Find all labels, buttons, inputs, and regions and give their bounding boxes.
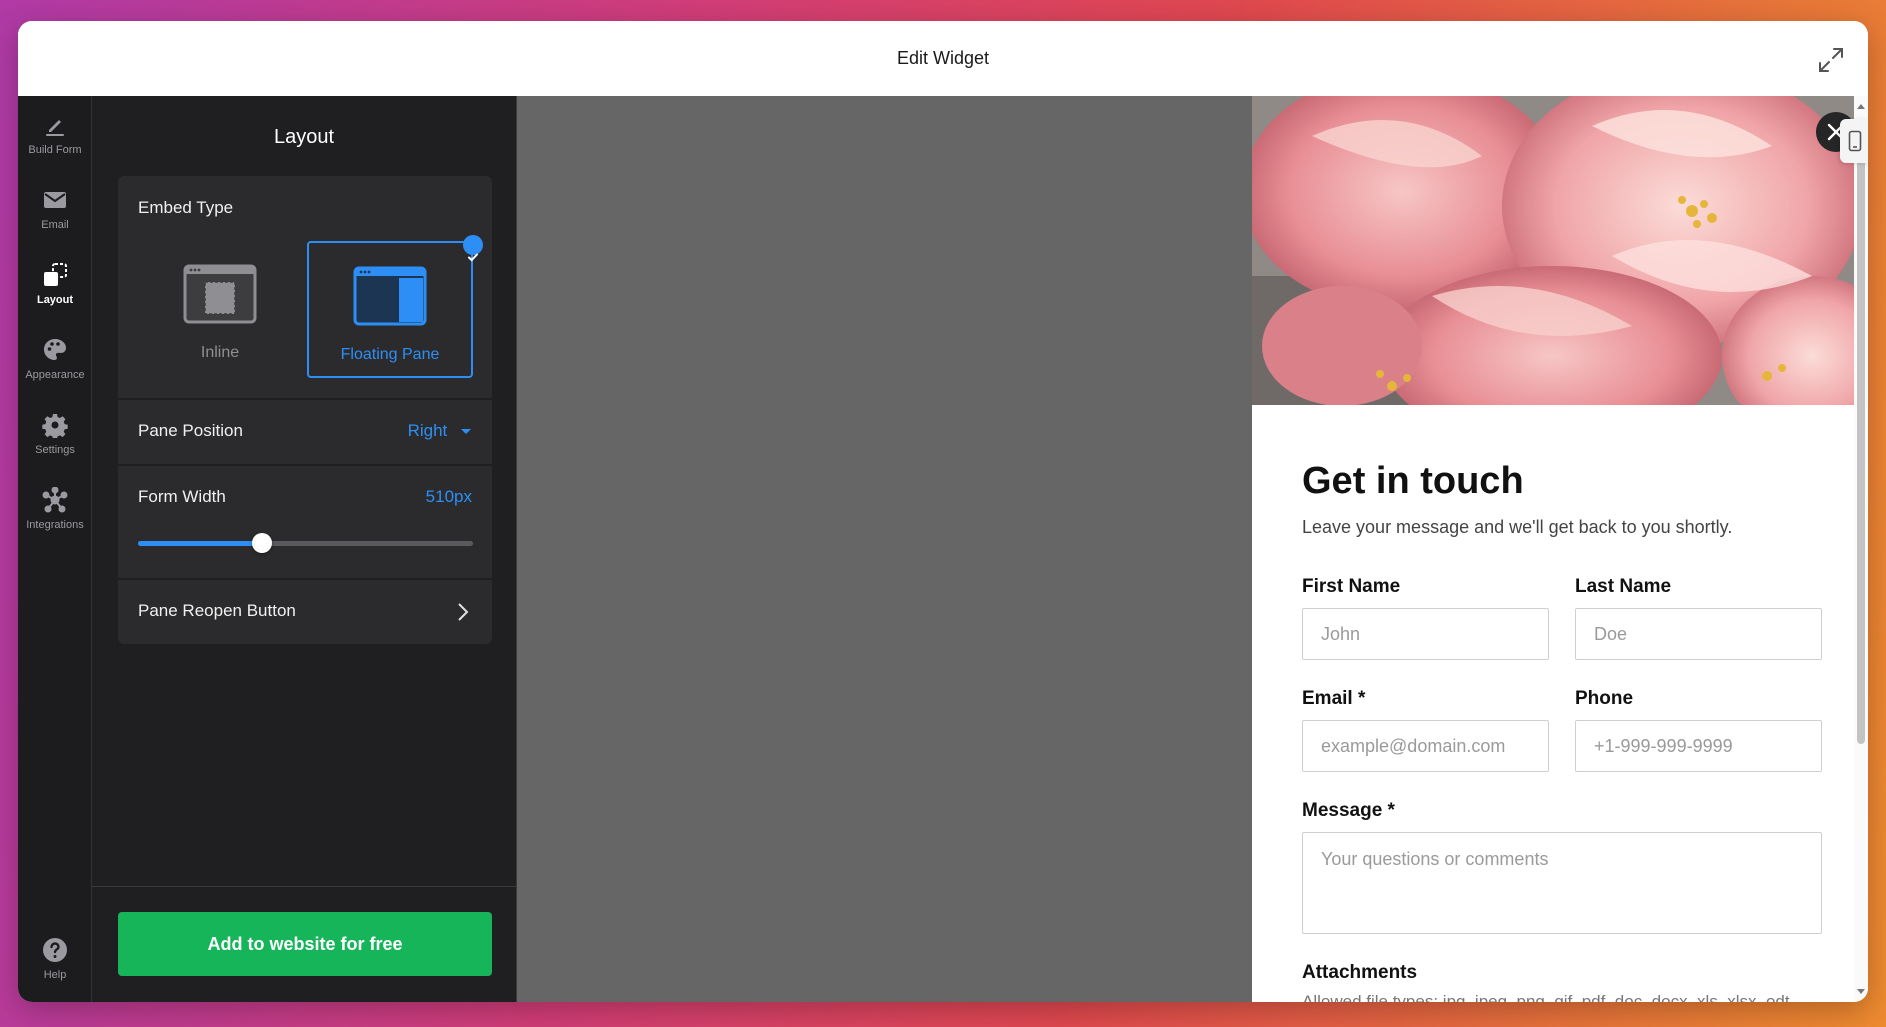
sidebar-item-layout[interactable]: Layout xyxy=(18,251,92,317)
last-name-field: Last Name Doe xyxy=(1575,576,1822,660)
form-width-card: Form Width 510px xyxy=(118,466,492,578)
sidebar-item-email[interactable]: Email xyxy=(18,176,92,242)
option-label: Inline xyxy=(200,344,240,361)
message-label: Message * xyxy=(1302,800,1395,821)
preview-canvas xyxy=(517,96,1252,1002)
slider-fill xyxy=(138,541,262,546)
last-name-label: Last Name xyxy=(1575,576,1672,597)
last-name-input[interactable]: Doe xyxy=(1575,608,1822,660)
scroll-down-icon[interactable] xyxy=(1856,986,1866,996)
pencil-icon xyxy=(46,120,64,136)
sidebar-item-settings[interactable]: Settings xyxy=(18,401,92,467)
attachments-field: Attachments Allowed file types: jpg, jpe… xyxy=(1302,962,1822,1002)
message-placeholder: Your questions or comments xyxy=(1321,849,1549,869)
form-width-value: 510px xyxy=(425,487,472,506)
icon-sidebar: Build Form Email Layout Appearance Setti… xyxy=(18,96,92,1002)
embed-option-inline[interactable]: Inline xyxy=(137,241,303,378)
sidebar-item-help[interactable]: Help xyxy=(18,926,92,992)
window-title: Edit Widget xyxy=(896,48,990,68)
email-field: Email * example@domain.com xyxy=(1302,688,1549,772)
first-name-placeholder: John xyxy=(1321,623,1361,644)
form-subtitle: Leave your message and we'll get back to… xyxy=(1302,517,1733,537)
embed-type-card: Embed Type Inline Floating Pane xyxy=(118,176,492,398)
edit-widget-window: Edit Widget Build Form Email Layout Appe… xyxy=(18,21,1868,1002)
phone-placeholder: +1-999-999-9999 xyxy=(1594,735,1733,756)
attachments-helper: Allowed file types: jpg, jpeg, png, gif,… xyxy=(1302,992,1795,1002)
last-name-placeholder: Doe xyxy=(1594,623,1628,644)
form-width-label: Form Width xyxy=(138,487,226,506)
mobile-device-icon xyxy=(1848,130,1862,152)
palette-icon xyxy=(44,339,66,360)
floating-pane-icon xyxy=(353,266,427,326)
expand-icon[interactable] xyxy=(1816,45,1846,75)
pane-reopen-label: Pane Reopen Button xyxy=(138,601,296,620)
first-name-field: First Name John xyxy=(1302,576,1549,660)
pane-position-value: Right xyxy=(407,421,448,440)
form-width-slider[interactable] xyxy=(138,533,473,553)
check-icon xyxy=(463,235,483,262)
pane-reopen-button-row[interactable]: Pane Reopen Button xyxy=(118,580,492,644)
help-icon xyxy=(43,938,67,962)
sidebar-item-integrations[interactable]: Integrations xyxy=(18,476,92,542)
panel-footer: Add to website for free xyxy=(92,886,516,1002)
chevron-right-icon xyxy=(458,603,469,621)
message-field: Message * Your questions or comments xyxy=(1302,800,1822,934)
sidebar-item-label: Layout xyxy=(36,294,74,306)
option-label: Floating Pane xyxy=(340,346,440,363)
layout-panel: Layout Embed Type Inline Floating Pane P… xyxy=(92,96,517,1002)
first-name-label: First Name xyxy=(1302,576,1401,597)
email-placeholder: example@domain.com xyxy=(1321,735,1506,756)
preview-scrollbar[interactable] xyxy=(1854,96,1868,1002)
sidebar-item-label: Email xyxy=(41,219,69,231)
inline-embed-icon xyxy=(183,264,257,324)
hero-flower-image xyxy=(1252,96,1868,405)
gear-icon xyxy=(42,414,68,438)
sidebar-item-label: Help xyxy=(43,969,67,981)
sidebar-item-label: Settings xyxy=(35,444,75,456)
embed-type-label: Embed Type xyxy=(138,198,234,217)
first-name-input[interactable]: John xyxy=(1302,608,1549,660)
add-to-website-button[interactable]: Add to website for free xyxy=(118,912,492,976)
phone-field: Phone +1-999-999-9999 xyxy=(1575,688,1822,772)
contact-form: Get in touch Leave your message and we'l… xyxy=(1302,460,1822,1002)
phone-input[interactable]: +1-999-999-9999 xyxy=(1575,720,1822,772)
form-title: Get in touch xyxy=(1302,460,1524,502)
device-preview-button[interactable] xyxy=(1840,119,1868,163)
sidebar-item-appearance[interactable]: Appearance xyxy=(18,326,92,392)
pane-position-label: Pane Position xyxy=(138,421,243,440)
phone-label: Phone xyxy=(1575,688,1634,709)
message-textarea[interactable]: Your questions or comments xyxy=(1302,832,1822,934)
form-preview-pane: Get in touch Leave your message and we'l… xyxy=(1252,96,1868,1002)
email-label: Email * xyxy=(1302,688,1366,709)
email-input[interactable]: example@domain.com xyxy=(1302,720,1549,772)
slider-thumb[interactable] xyxy=(251,533,272,553)
panel-title: Layout xyxy=(273,126,335,148)
embed-option-floating-pane[interactable]: Floating Pane xyxy=(307,235,483,378)
title-bar: Edit Widget xyxy=(18,21,1868,96)
scroll-up-icon[interactable] xyxy=(1856,102,1866,112)
envelope-icon xyxy=(44,192,66,208)
scroll-thumb[interactable] xyxy=(1857,120,1865,744)
layout-icon xyxy=(44,263,67,286)
sidebar-item-label: Build Form xyxy=(28,144,82,156)
sidebar-item-label: Appearance xyxy=(25,369,85,381)
sidebar-item-label: Integrations xyxy=(26,519,84,531)
sidebar-item-build-form[interactable]: Build Form xyxy=(18,101,92,167)
caret-down-icon xyxy=(461,429,471,434)
attachments-label: Attachments xyxy=(1302,962,1418,983)
pane-position-select[interactable]: Right xyxy=(408,421,472,441)
integrations-icon xyxy=(42,487,68,513)
pane-position-card: Pane Position Right xyxy=(118,400,492,464)
